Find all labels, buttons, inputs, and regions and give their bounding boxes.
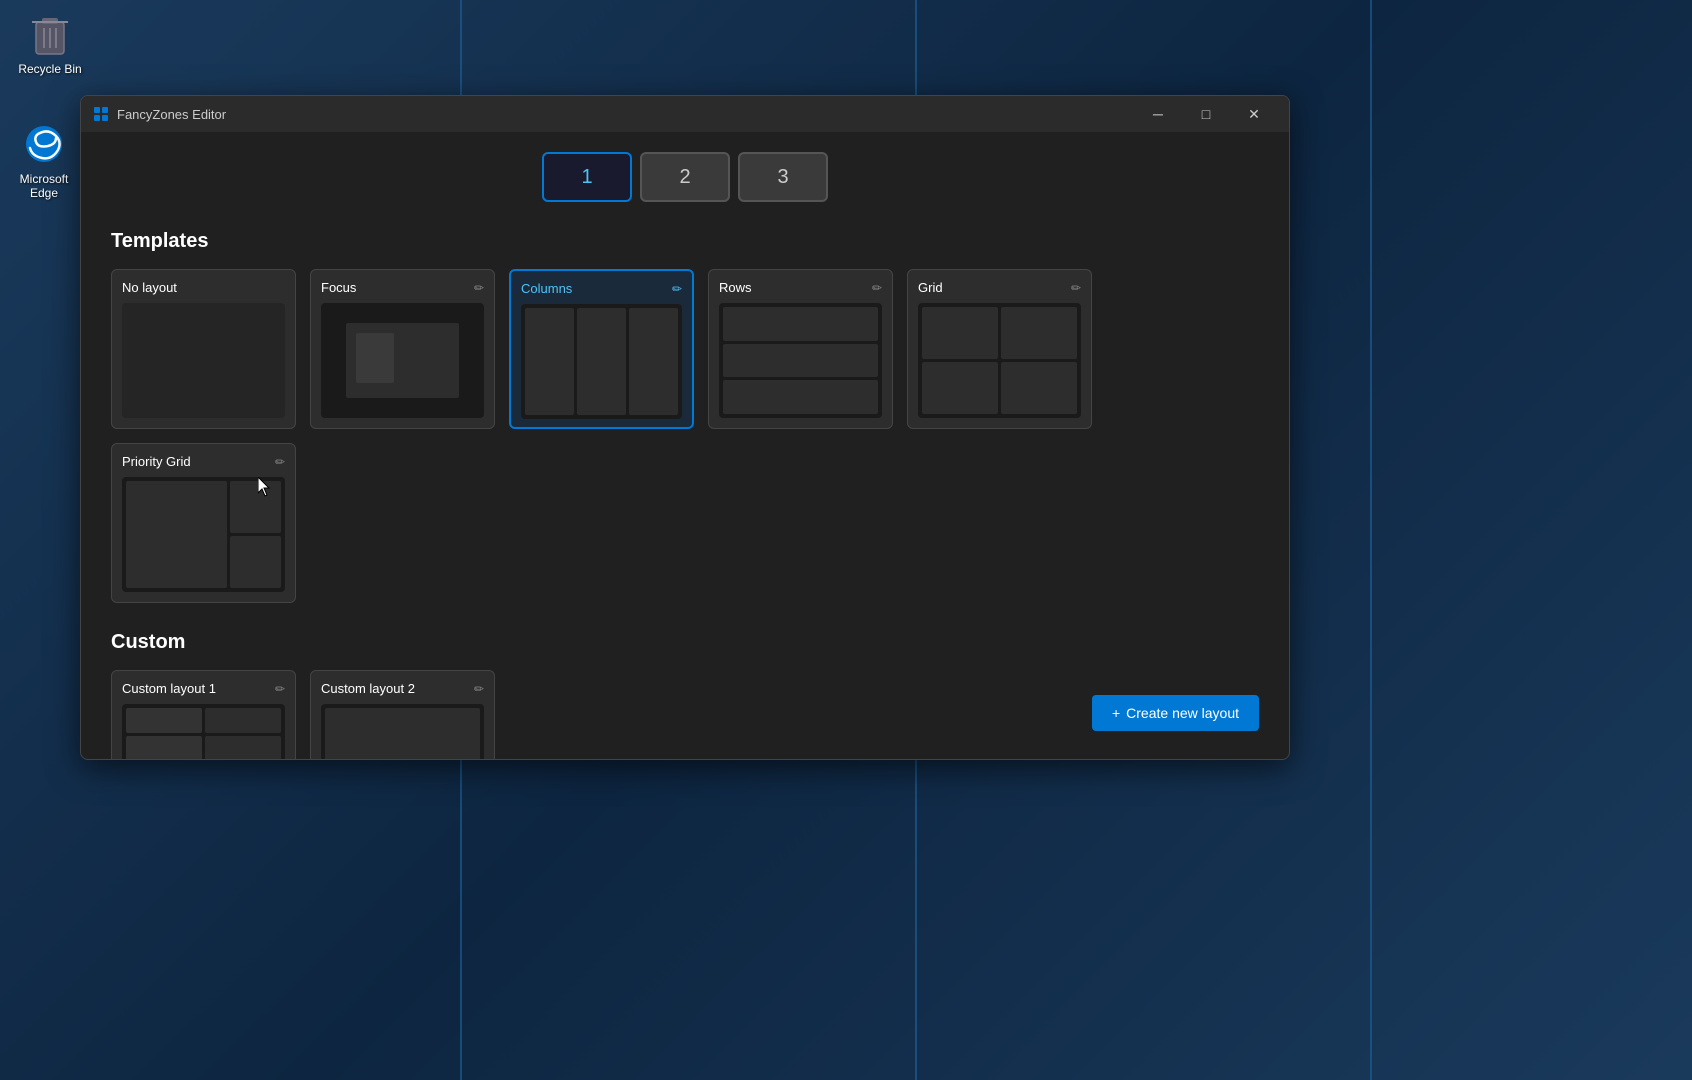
template-rows-edit-icon[interactable]: ✏ [872, 281, 882, 295]
recycle-bin-label: Recycle Bin [18, 62, 81, 76]
custom1-top-left [126, 708, 202, 733]
template-columns-preview [521, 304, 682, 419]
custom-grid: Custom layout 1 ✏ [111, 670, 1259, 759]
template-priority-grid-title: Priority Grid [122, 454, 191, 469]
recycle-bin-image [26, 10, 74, 58]
template-grid-preview [918, 303, 1081, 418]
maximize-button[interactable]: □ [1183, 98, 1229, 130]
custom-layout-2-edit-icon[interactable]: ✏ [474, 682, 484, 696]
row-3 [723, 380, 878, 414]
fancyzones-window: FancyZones Editor ─ □ ✕ 1 2 3 Te [80, 95, 1290, 760]
custom-layout-1-card[interactable]: Custom layout 1 ✏ [111, 670, 296, 759]
template-focus-preview [321, 303, 484, 418]
close-button[interactable]: ✕ [1231, 98, 1277, 130]
custom-layout-2-header: Custom layout 2 ✏ [321, 681, 484, 696]
custom-layout-1-preview [122, 704, 285, 759]
template-columns-edit-icon[interactable]: ✏ [672, 282, 682, 296]
template-rows-header: Rows ✏ [719, 280, 882, 295]
custom-layout-1-title: Custom layout 1 [122, 681, 216, 696]
template-rows[interactable]: Rows ✏ [708, 269, 893, 429]
desktop: Recycle Bin Microsoft Edge FancyZones Ed… [0, 0, 1692, 1080]
custom1-top-right [205, 708, 281, 733]
col-3 [629, 308, 678, 415]
monitor-tabs: 1 2 3 [111, 152, 1259, 202]
template-no-layout-preview [122, 303, 285, 418]
grid-cell-4 [1001, 362, 1077, 414]
microsoft-edge-icon[interactable]: Microsoft Edge [4, 120, 84, 200]
template-priority-grid-preview [122, 477, 285, 592]
template-grid-title: Grid [918, 280, 943, 295]
custom-layout-2-title: Custom layout 2 [321, 681, 415, 696]
custom1-bottom-left [126, 736, 202, 760]
create-button-label: Create new layout [1126, 705, 1239, 721]
window-controls: ─ □ ✕ [1135, 98, 1277, 130]
template-grid-edit-icon[interactable]: ✏ [1071, 281, 1081, 295]
monitor-tab-3[interactable]: 3 [738, 152, 828, 202]
priority-side-2 [230, 536, 281, 588]
recycle-bin-icon[interactable]: Recycle Bin [10, 10, 90, 76]
create-new-layout-button[interactable]: + Create new layout [1092, 695, 1259, 731]
templates-header: Templates [111, 230, 1259, 253]
template-grid[interactable]: Grid ✏ [907, 269, 1092, 429]
window-content: 1 2 3 Templates No layout [81, 132, 1289, 759]
grid-cell-2 [1001, 307, 1077, 359]
templates-grid: No layout Focus ✏ Columns ✏ [111, 269, 1259, 603]
col-1 [525, 308, 574, 415]
minimize-button[interactable]: ─ [1135, 98, 1181, 130]
custom-layout-1-edit-icon[interactable]: ✏ [275, 682, 285, 696]
template-priority-grid-header: Priority Grid ✏ [122, 454, 285, 469]
grid-cell-3 [922, 362, 998, 414]
custom1-bottom-right [205, 736, 281, 760]
window-title: FancyZones Editor [117, 107, 1135, 122]
template-columns-title: Columns [521, 281, 572, 296]
template-focus-title: Focus [321, 280, 356, 295]
template-columns[interactable]: Columns ✏ [509, 269, 694, 429]
window-app-icon [93, 106, 109, 122]
create-plus-icon: + [1112, 705, 1120, 721]
priority-side-1 [230, 481, 281, 533]
custom-layout-1-header: Custom layout 1 ✏ [122, 681, 285, 696]
edge-image [20, 120, 68, 168]
col-2 [577, 308, 626, 415]
template-focus[interactable]: Focus ✏ [310, 269, 495, 429]
row-1 [723, 307, 878, 341]
template-no-layout[interactable]: No layout [111, 269, 296, 429]
template-no-layout-header: No layout [122, 280, 285, 295]
template-columns-header: Columns ✏ [521, 281, 682, 296]
template-no-layout-title: No layout [122, 280, 177, 295]
template-rows-title: Rows [719, 280, 752, 295]
custom1-right-col [205, 708, 281, 759]
row-2 [723, 344, 878, 378]
desktop-line-3 [1370, 0, 1372, 1080]
template-focus-header: Focus ✏ [321, 280, 484, 295]
template-grid-header: Grid ✏ [918, 280, 1081, 295]
template-priority-grid-edit-icon[interactable]: ✏ [275, 455, 285, 469]
edge-label: Microsoft Edge [4, 172, 84, 200]
custom-header: Custom [111, 631, 1259, 654]
custom1-left-col [126, 708, 202, 759]
custom-layout-2-preview [321, 704, 484, 759]
titlebar: FancyZones Editor ─ □ ✕ [81, 96, 1289, 132]
grid-cell-1 [922, 307, 998, 359]
template-rows-preview [719, 303, 882, 418]
template-priority-grid[interactable]: Priority Grid ✏ [111, 443, 296, 603]
priority-main-zone [126, 481, 227, 588]
custom-layout-2-card[interactable]: Custom layout 2 ✏ [310, 670, 495, 759]
monitor-tab-1[interactable]: 1 [542, 152, 632, 202]
template-focus-edit-icon[interactable]: ✏ [474, 281, 484, 295]
custom2-top-zone [325, 708, 480, 759]
monitor-tab-2[interactable]: 2 [640, 152, 730, 202]
